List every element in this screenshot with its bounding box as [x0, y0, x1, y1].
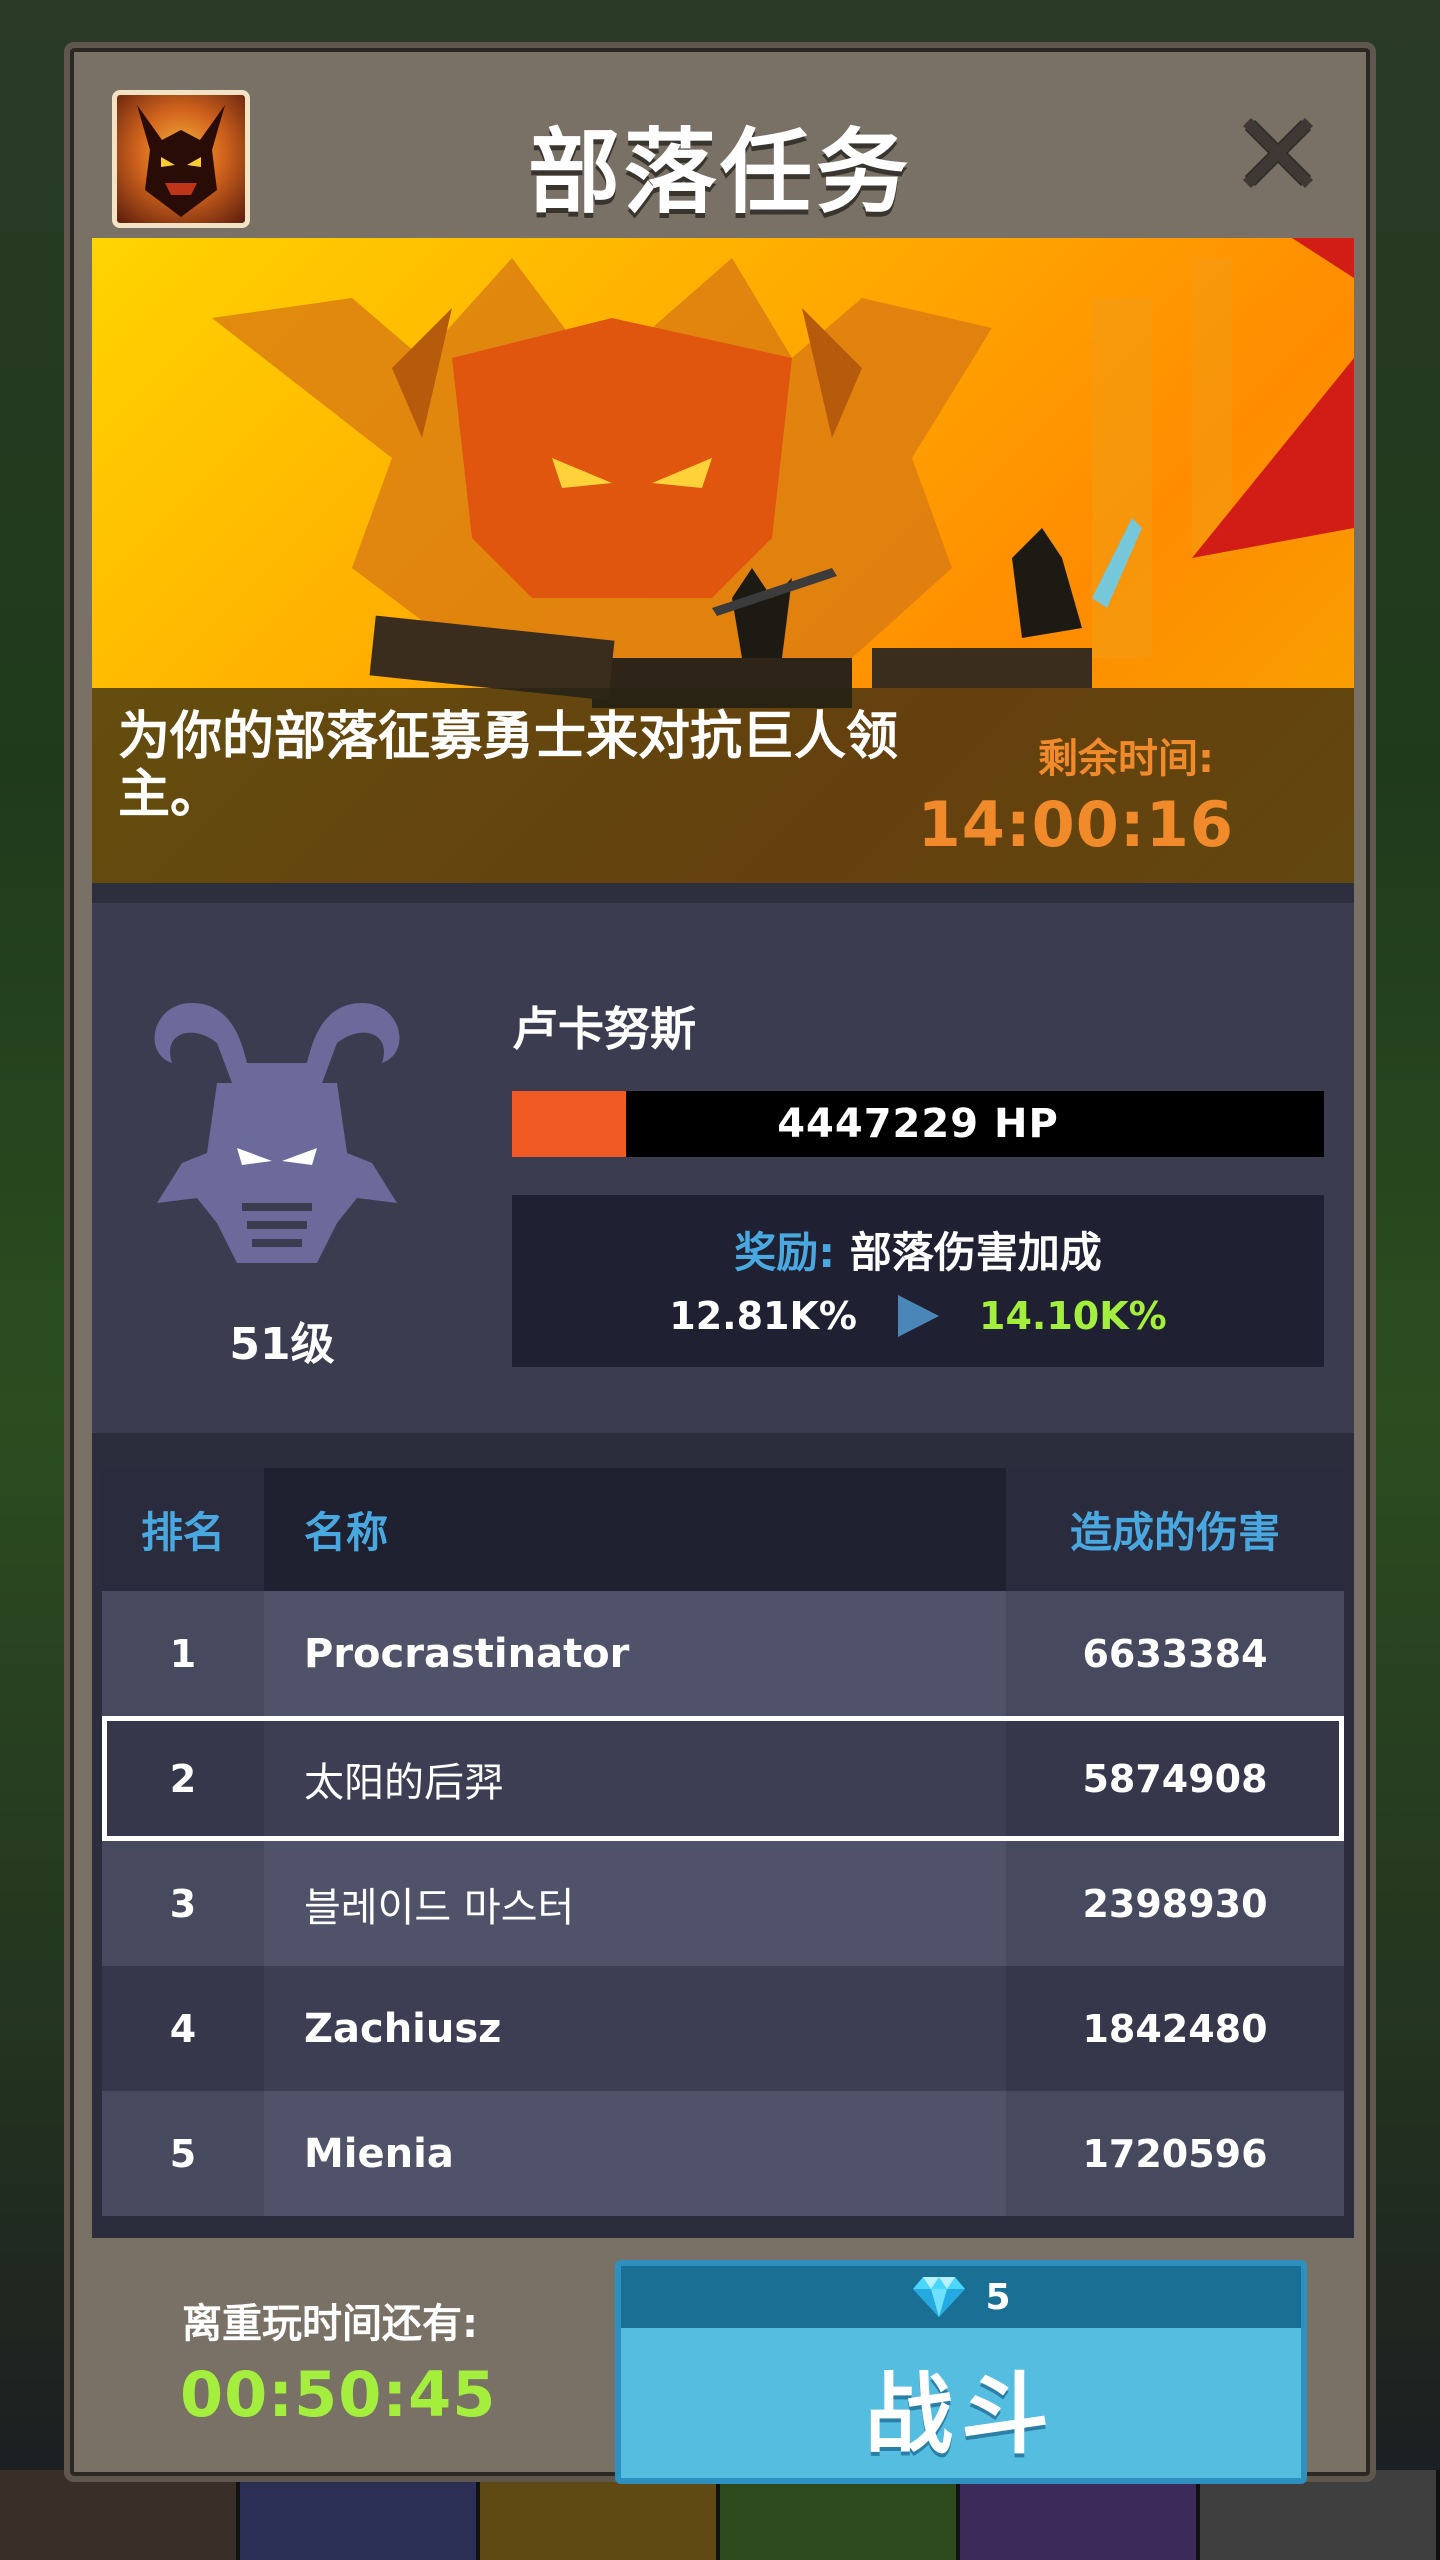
damage-leaderboard: 排名 名称 造成的伤害 1 Procrastinator 6633384 2 太阳的后羿… — [92, 1433, 1354, 2238]
tribe-quest-dialog: 部落任务 为你的部落征募勇士来对抗巨人领主。 剩余时间: 14:00:16 51… — [64, 42, 1376, 2484]
rank-cell: 4 — [102, 1966, 264, 2091]
table-row[interactable]: 3 블레이드 마스터 2398930 — [102, 1841, 1344, 1966]
horned-demon-icon — [122, 963, 432, 1273]
boss-hp-bar: 4447229 HP — [512, 1091, 1324, 1157]
reward-current-value: 12.81K% — [669, 1294, 857, 1338]
player-name-cell: Mienia — [304, 2130, 454, 2177]
leaderboard-header: 排名 名称 造成的伤害 — [102, 1468, 1344, 1591]
hp-text: 4447229 HP — [777, 1101, 1059, 1147]
reward-box: 奖励: 部落伤害加成 12.81K% 14.10K% — [512, 1195, 1324, 1367]
panel-divider — [92, 883, 1354, 903]
table-row-current-player[interactable]: 2 太阳的后羿 5874908 — [102, 1716, 1344, 1841]
damage-cell: 5874908 — [1006, 1716, 1344, 1841]
time-remaining-value: 14:00:16 — [917, 788, 1234, 861]
table-row[interactable]: 4 Zachiusz 1842480 — [102, 1966, 1344, 2091]
fight-button-label: 战斗 — [864, 2362, 1057, 2466]
dialog-title: 部落任务 — [527, 119, 912, 226]
name-column-header: 名称 — [304, 1508, 389, 1557]
rank-cell: 2 — [102, 1716, 264, 1841]
player-name-cell: 太阳的后羿 — [304, 1759, 504, 1806]
player-name-cell: Zachiusz — [304, 2005, 502, 2052]
table-row[interactable]: 5 Mienia 1720596 — [102, 2091, 1344, 2216]
damage-cell: 2398930 — [1006, 1841, 1344, 1966]
boss-panel: 51级 卢卡努斯 4447229 HP 奖励: 部落伤害加成 12.81K% 1… — [92, 903, 1354, 1433]
boss-name: 卢卡努斯 — [512, 1002, 696, 1056]
damage-column-header: 造成的伤害 — [1069, 1508, 1280, 1557]
fight-cost: 5 — [621, 2266, 1301, 2328]
rank-cell: 5 — [102, 2091, 264, 2216]
reward-name: 部落伤害加成 — [849, 1228, 1102, 1277]
quest-banner: 为你的部落征募勇士来对抗巨人领主。 剩余时间: 14:00:16 — [92, 238, 1354, 883]
reward-next-value: 14.10K% — [979, 1294, 1167, 1338]
damage-cell: 1842480 — [1006, 1966, 1344, 2091]
fight-button[interactable]: 5 战斗 — [615, 2260, 1307, 2484]
player-name-cell: Procrastinator — [304, 1630, 630, 1677]
rank-cell: 1 — [102, 1591, 264, 1716]
leaderboard-rows: 1 Procrastinator 6633384 2 太阳的后羿 5874908 3 블레이드… — [102, 1591, 1344, 2216]
close-icon — [1243, 118, 1313, 188]
damage-cell: 6633384 — [1006, 1591, 1344, 1716]
diamond-gem-icon — [913, 2277, 966, 2317]
boss-level: 51级 — [229, 1319, 335, 1370]
dialog-header: 部落任务 — [70, 48, 1370, 238]
damage-cell: 1720596 — [1006, 2091, 1344, 2216]
rank-column-header: 排名 — [140, 1508, 225, 1557]
reward-values: 12.81K% 14.10K% — [512, 1291, 1324, 1341]
reward-title: 奖励: 部落伤害加成 — [512, 1219, 1324, 1280]
fight-cost-value: 5 — [985, 2276, 1011, 2318]
quest-description: 为你的部落征募勇士来对抗巨人领主。 — [118, 707, 899, 825]
time-remaining-label: 剩余时间: — [1038, 736, 1214, 782]
table-row[interactable]: 1 Procrastinator 6633384 — [102, 1591, 1344, 1716]
player-name-cell: 블레이드 마스터 — [304, 1884, 575, 1931]
play-arrow-icon — [898, 1295, 939, 1337]
reward-label: 奖励: — [734, 1228, 836, 1277]
close-button[interactable] — [1228, 103, 1328, 203]
replay-countdown-value: 00:50:45 — [180, 2358, 497, 2431]
replay-countdown-label: 离重玩时间还有: — [182, 2301, 478, 2347]
banner-info-overlay: 为你的部落征募勇士来对抗巨人领主。 剩余时间: 14:00:16 — [92, 688, 1354, 883]
rank-cell: 3 — [102, 1841, 264, 1966]
